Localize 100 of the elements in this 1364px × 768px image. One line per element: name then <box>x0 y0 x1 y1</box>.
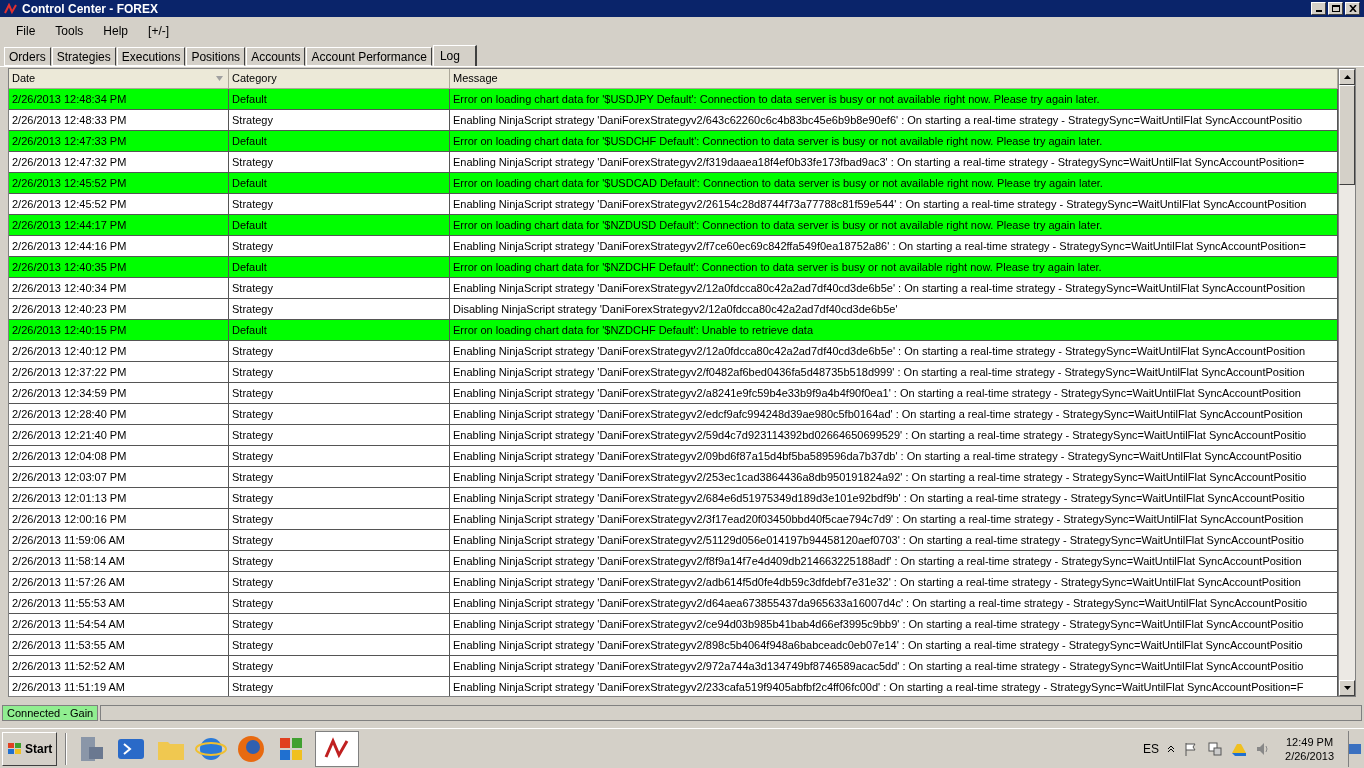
tab[interactable]: Executions <box>116 47 186 66</box>
log-row[interactable]: 2/26/2013 11:54:54 AM Strategy Enabling NinjaScript strategy 'DaniForexStrategyv2/ce94d03b985b41bab4d66ef3995c9bb9' : On starting a real-time strategy - StrategySync=WaitUntilFlat SyncAccountPositio <box>9 614 1338 635</box>
log-row[interactable]: 2/26/2013 12:44:17 PM Default Error on loading chart data for '$NZDUSD Default': Connection to data server is busy or not available right now. Please try again later. <box>9 215 1338 236</box>
table-cell: 2/26/2013 12:47:32 PM <box>9 152 229 172</box>
log-row[interactable]: 2/26/2013 12:37:22 PM Strategy Enabling NinjaScript strategy 'DaniForexStrategyv2/f0482af6bed0436fa5d48735b518d999' : On starting a real-time strategy - StrategySync=WaitUntilFlat SyncAccountPosition <box>9 362 1338 383</box>
language-indicator[interactable]: ES <box>1143 739 1160 758</box>
show-desktop-button[interactable] <box>1348 730 1362 767</box>
table-cell: Error on loading chart data for '$NZDCHF Default': Unable to retrieve data <box>450 320 1338 340</box>
table-cell: Error on loading chart data for '$NZDCHF Default': Connection to data server is busy or not available right now. Please try again later. <box>450 257 1338 277</box>
table-cell: 2/26/2013 11:55:53 AM <box>9 593 229 613</box>
table-cell: Disabling NinjaScript strategy 'DaniForexStrategyv2/12a0fdcca80c42a2ad7df40cd3de6b5e' <box>450 299 1338 319</box>
table-cell: Strategy <box>229 110 450 130</box>
scroll-thumb[interactable] <box>1339 85 1355 185</box>
log-row[interactable]: 2/26/2013 12:40:15 PM Default Error on loading chart data for '$NZDCHF Default': Unable to retrieve data <box>9 320 1338 341</box>
table-cell: Strategy <box>229 383 450 403</box>
log-row[interactable]: 2/26/2013 12:48:33 PM Strategy Enabling NinjaScript strategy 'DaniForexStrategyv2/643c62260c6c4b83bc45e6b9b8e90ef6' : On starting a real-time strategy - StrategySync=WaitUntilFlat SyncAccountPositio <box>9 110 1338 131</box>
log-row[interactable] <box>9 677 1338 696</box>
tab[interactable]: Log <box>432 45 477 66</box>
close-button[interactable] <box>1345 2 1360 15</box>
table-cell: Enabling NinjaScript strategy 'DaniForexStrategyv2/26154c28d8744f73a77788c81f59e544' : On starting a real-time strategy - StrategySync=WaitUntilFlat SyncAccountPosition <box>450 194 1338 214</box>
log-row[interactable]: 2/26/2013 12:21:40 PM Strategy Enabling NinjaScript strategy 'DaniForexStrategyv2/59d4c7d923114392bd02664650699529' : On starting a real-time strategy - StrategySync=WaitUntilFlat SyncAccountPositio <box>9 425 1338 446</box>
app-taskbar-button[interactable] <box>315 730 360 767</box>
tab[interactable]: Positions <box>186 47 246 66</box>
table-cell: Error on loading chart data for '$USDCHF Default': Connection to data server is busy or not available right now. Please try again later. <box>450 131 1338 151</box>
table-cell: Strategy <box>229 530 450 550</box>
log-row[interactable]: 2/26/2013 12:47:33 PM Default Error on loading chart data for '$USDCHF Default': Connection to data server is busy or not available right now. Please try again later. <box>9 131 1338 152</box>
log-row[interactable]: 2/26/2013 12:40:12 PM Strategy Enabling NinjaScript strategy 'DaniForexStrategyv2/12a0fdcca80c42a2ad7df40cd3de6b5e' : On starting a real-time strategy - StrategySync=WaitUntilFlat SyncAccountPosition <box>9 341 1338 362</box>
table-cell: Enabling NinjaScript strategy 'DaniForexStrategyv2/a8241e9fc59b4e33b9f9a4b4f90f0ea1' : On starting a real-time strategy - StrategySync=WaitUntilFlat SyncAccountPosition <box>450 383 1338 403</box>
table-cell: Strategy <box>229 509 450 529</box>
log-row[interactable]: 2/26/2013 11:59:06 AM Strategy Enabling NinjaScript strategy 'DaniForexStrategyv2/51129d056e014197b94458120aef0703' : On starting a real-time strategy - StrategySync=WaitUntilFlat SyncAccountPositio <box>9 530 1338 551</box>
table-cell: Strategy <box>229 404 450 424</box>
table-cell: 2/26/2013 11:53:55 AM <box>9 635 229 655</box>
table-cell: 2/26/2013 12:04:08 PM <box>9 446 229 466</box>
table-cell: 2/26/2013 12:00:16 PM <box>9 509 229 529</box>
log-row[interactable]: 2/26/2013 11:53:55 AM Strategy Enabling NinjaScript strategy 'DaniForexStrategyv2/898c5b4064f948a6babceadc0eb07e14' : On starting a real-time strategy - StrategySync=WaitUntilFlat SyncAccountPositio <box>9 635 1338 656</box>
table-cell: Enabling NinjaScript strategy 'DaniForexStrategyv2/253ec1cad3864436a8db950191824a92' : On starting a real-time strategy - StrategySync=WaitUntilFlat SyncAccountPositio <box>450 467 1338 487</box>
table-cell: Default <box>229 173 450 193</box>
log-row[interactable]: 2/26/2013 12:40:34 PM Strategy Enabling NinjaScript strategy 'DaniForexStrategyv2/12a0fdcca80c42a2ad7df40cd3de6b5e' : On starting a real-time strategy - StrategySync=WaitUntilFlat SyncAccountPosition <box>9 278 1338 299</box>
menu-item[interactable]: [+/-] <box>140 21 178 41</box>
table-cell: Enabling NinjaScript strategy 'DaniForexStrategyv2/f8f9a14f7e4d409db214663225188adf' : On starting a real-time strategy - StrategySync=WaitUntilFlat SyncAccountPosition <box>450 551 1338 571</box>
tab[interactable]: Account Performance <box>306 47 432 66</box>
close-icon <box>1348 5 1357 12</box>
table-cell: Default <box>229 257 450 277</box>
column-header[interactable]: Date <box>9 69 229 88</box>
table-cell: Strategy <box>229 467 450 487</box>
table-cell: 2/26/2013 12:34:59 PM <box>9 383 229 403</box>
table-cell: 2/26/2013 11:59:06 AM <box>9 530 229 550</box>
maximize-button[interactable] <box>1328 2 1343 15</box>
log-row[interactable]: 2/26/2013 11:55:53 AM Strategy Enabling NinjaScript strategy 'DaniForexStrategyv2/d64aea673855437da965633a16007d4c' : On starting a real-time strategy - StrategySync=WaitUntilFlat SyncAccountPositio <box>9 593 1338 614</box>
log-row[interactable]: 2/26/2013 12:45:52 PM Strategy Enabling NinjaScript strategy 'DaniForexStrategyv2/26154c28d8744f73a77788c81f59e544' : On starting a real-time strategy - StrategySync=WaitUntilFlat SyncAccountPosition <box>9 194 1338 215</box>
network-icon[interactable] <box>1207 740 1224 757</box>
caret-down-icon <box>1343 686 1351 690</box>
sort-descending-icon <box>216 76 223 81</box>
log-row[interactable]: 2/26/2013 11:58:14 AM Strategy Enabling NinjaScript strategy 'DaniForexStrategyv2/f8f9a14f7e4d409db214663225188adf' : On starting a real-time strategy - StrategySync=WaitUntilFlat SyncAccountPosition <box>9 551 1338 572</box>
table-cell: Strategy <box>229 425 450 445</box>
table-cell: Enabling NinjaScript strategy 'DaniForexStrategyv2/972a744a3d134749bf8746589acac5dd' : On starting a real-time strategy - StrategySync=WaitUntilFlat SyncAccountPositio <box>450 656 1338 676</box>
log-row[interactable]: 2/26/2013 12:44:16 PM Strategy Enabling NinjaScript strategy 'DaniForexStrategyv2/f7ce60ec69c842ffa549f0ea18752a86' : On starting a real-time strategy - StrategySync=WaitUntilFlat SyncAccountPosition= <box>9 236 1338 257</box>
log-row[interactable]: 2/26/2013 12:03:07 PM Strategy Enabling NinjaScript strategy 'DaniForexStrategyv2/253ec1cad3864436a8db950191824a92' : On starting a real-time strategy - StrategySync=WaitUntilFlat SyncAccountPositio <box>9 467 1338 488</box>
table-cell: Enabling NinjaScript strategy 'DaniForexStrategyv2/edcf9afc994248d39ae980c5fb0164ad' : On starting a real-time strategy - StrategySync=WaitUntilFlat SyncAccountPosition <box>450 404 1338 424</box>
column-header[interactable]: Category <box>229 69 450 88</box>
tab[interactable]: Orders <box>4 47 51 66</box>
clock-date[interactable]: 2/26/2013 <box>1285 748 1334 763</box>
table-cell: 2/26/2013 11:58:14 AM <box>9 551 229 571</box>
scrollbar[interactable] <box>1339 68 1356 697</box>
table-cell: Strategy <box>229 152 450 172</box>
tab[interactable]: Strategies <box>51 47 116 66</box>
table-cell: Strategy <box>229 236 450 256</box>
log-row[interactable]: 2/26/2013 12:40:23 PM Strategy Disabling NinjaScript strategy 'DaniForexStrategyv2/12a0fdcca80c42a2ad7df40cd3de6b5e' <box>9 299 1338 320</box>
table-cell: Enabling NinjaScript strategy 'DaniForexStrategyv2/3f17ead20f03450bbd40f5cae794c7d9' : On starting a real-time strategy - StrategySync=WaitUntilFlat SyncAccountPosition <box>450 509 1338 529</box>
table-cell: Enabling NinjaScript strategy 'DaniForexStrategyv2/f319daaea18f4ef0b33fe173fbad9ac3' : On starting a real-time strategy - StrategySync=WaitUntilFlat SyncAccountPosition= <box>450 152 1338 172</box>
start-button[interactable]: Start <box>2 731 58 766</box>
minimize-button[interactable] <box>1311 2 1326 15</box>
table-cell: Enabling NinjaScript strategy 'DaniForexStrategyv2/ce94d03b985b41bab4d66ef3995c9bb9' : On starting a real-time strategy - StrategySync=WaitUntilFlat SyncAccountPositio <box>450 614 1338 634</box>
log-row[interactable]: 2/26/2013 11:57:26 AM Strategy Enabling NinjaScript strategy 'DaniForexStrategyv2/adb614f5d0fe4db59c3dfdebf7e31e32' : On starting a real-time strategy - StrategySync=WaitUntilFlat SyncAccountPosition <box>9 572 1338 593</box>
table-cell: Enabling NinjaScript strategy 'DaniForexStrategyv2/898c5b4064f948a6babceadc0eb07e14' : On starting a real-time strategy - StrategySync=WaitUntilFlat SyncAccountPositio <box>450 635 1338 655</box>
tab[interactable]: Accounts <box>246 47 306 66</box>
table-cell: 2/26/2013 12:40:35 PM <box>9 257 229 277</box>
menu-item[interactable]: Help <box>95 21 137 41</box>
column-header[interactable]: Message <box>450 69 1338 88</box>
log-row[interactable]: 2/26/2013 12:45:52 PM Default Error on loading chart data for '$USDCAD Default': Connection to data server is busy or not available right now. Please try again later. <box>9 173 1338 194</box>
table-cell: 2/26/2013 12:03:07 PM <box>9 467 229 487</box>
log-row[interactable]: 2/26/2013 12:28:40 PM Strategy Enabling NinjaScript strategy 'DaniForexStrategyv2/edcf9afc994248d39ae980c5fb0164ad' : On starting a real-time strategy - StrategySync=WaitUntilFlat SyncAccountPosition <box>9 404 1338 425</box>
menu-item[interactable]: Tools <box>47 21 92 41</box>
table-cell: Error on loading chart data for '$USDCAD Default': Connection to data server is busy or not available right now. Please try again later. <box>450 173 1338 193</box>
log-row[interactable]: 2/26/2013 12:00:16 PM Strategy Enabling NinjaScript strategy 'DaniForexStrategyv2/3f17ead20f03450bbd40f5cae794c7d9' : On starting a real-time strategy - StrategySync=WaitUntilFlat SyncAccountPosition <box>9 509 1338 530</box>
scroll-up-button[interactable] <box>1339 69 1355 85</box>
log-row[interactable]: 2/26/2013 12:40:35 PM Default Error on loading chart data for '$NZDCHF Default': Connection to data server is busy or not available right now. Please try again later. <box>9 257 1338 278</box>
log-row[interactable]: 2/26/2013 12:34:59 PM Strategy Enabling NinjaScript strategy 'DaniForexStrategyv2/a8241e9fc59b4e33b9f9a4b4f90f0ea1' : On starting a real-time strategy - StrategySync=WaitUntilFlat SyncAccountPosition <box>9 383 1338 404</box>
log-row[interactable]: 2/26/2013 11:52:52 AM Strategy Enabling NinjaScript strategy 'DaniForexStrategyv2/972a744a3d134749bf8746589acac5dd' : On starting a real-time strategy - StrategySync=WaitUntilFlat SyncAccountPositio <box>9 656 1338 677</box>
log-row[interactable]: 2/26/2013 12:04:08 PM Strategy Enabling NinjaScript strategy 'DaniForexStrategyv2/09bd6f87a15d4bf5ba589596da7b37db' : On starting a real-time strategy - StrategySync=WaitUntilFlat SyncAccountPositio <box>9 446 1338 467</box>
log-row[interactable]: 2/26/2013 12:48:34 PM Default Error on loading chart data for '$USDJPY Default': Connection to data server is busy or not available right now. Please try again later. <box>9 89 1338 110</box>
menu-item[interactable]: File <box>8 21 44 41</box>
caret-up-icon <box>1343 75 1351 79</box>
table-cell: 2/26/2013 12:21:40 PM <box>9 425 229 445</box>
log-row[interactable]: 2/26/2013 12:01:13 PM Strategy Enabling NinjaScript strategy 'DaniForexStrategyv2/684e6d51975349d189d3e101e92bdf9b' : On starting a real-time strategy - StrategySync=WaitUntilFlat SyncAccountPositio <box>9 488 1338 509</box>
clock-time[interactable]: 12:49 PM <box>1286 734 1334 749</box>
table-cell: Strategy <box>229 194 450 214</box>
log-row[interactable]: 2/26/2013 12:47:32 PM Strategy Enabling NinjaScript strategy 'DaniForexStrategyv2/f319daaea18f4ef0b33fe173fbad9ac3' : On starting a real-time strategy - StrategySync=WaitUntilFlat SyncAccountPosition= <box>9 152 1338 173</box>
scroll-down-button[interactable] <box>1339 680 1355 696</box>
chevron-up-icon[interactable] <box>1167 744 1176 753</box>
